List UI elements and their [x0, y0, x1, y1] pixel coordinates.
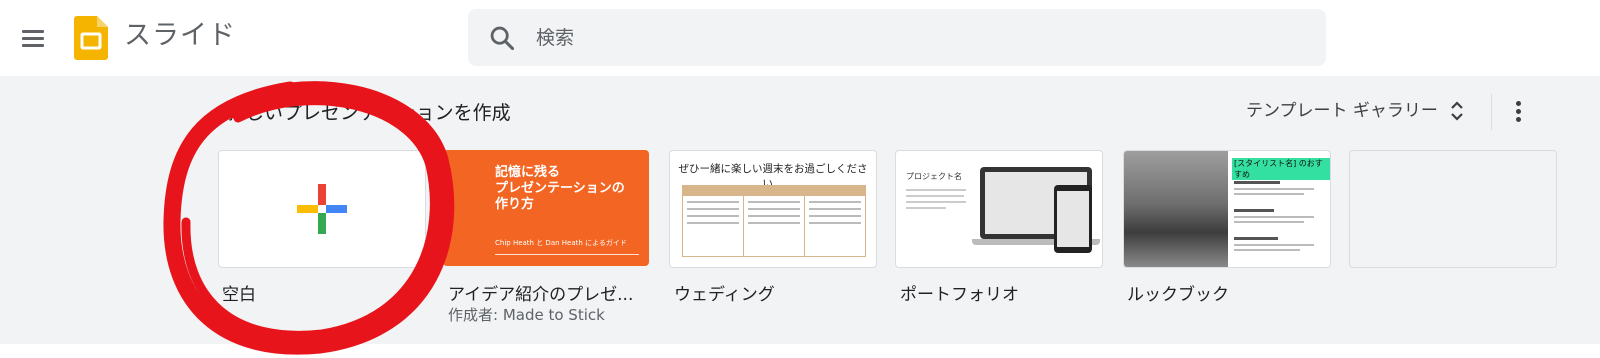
- more-vert-icon-dot: [1516, 109, 1521, 114]
- thumb-text-line: [906, 201, 966, 203]
- thumb-photo: [1124, 151, 1228, 267]
- menu-icon-bar: [22, 30, 44, 33]
- template-lookbook-card[interactable]: [スタイリスト名] のおすすめ: [1123, 150, 1331, 268]
- thumb-column: [804, 185, 866, 257]
- slides-logo-icon[interactable]: [74, 16, 108, 60]
- thumb-text-line: [906, 195, 964, 197]
- thumb-heading-line: [1234, 237, 1278, 240]
- plus-icon: [297, 184, 347, 234]
- thumb-title: 記憶に残る プレゼンテーションの 作り方: [495, 165, 625, 213]
- app-title: スライド: [124, 20, 236, 51]
- thumb-column: [743, 185, 805, 257]
- thumb-text-line: [1234, 249, 1300, 251]
- menu-icon-bar: [22, 37, 44, 40]
- thumb-title-line: 記憶に残る: [495, 165, 561, 180]
- more-options-button[interactable]: [1505, 94, 1531, 130]
- toolbar-divider: [1491, 94, 1492, 130]
- thumb-text-line: [1234, 188, 1314, 190]
- thumb-text-line: [1234, 216, 1314, 218]
- thumb-author: Chip Heath と Dan Heath によるガイド: [495, 239, 627, 247]
- thumb-text-line: [1234, 221, 1304, 223]
- template-label: ウェディング: [674, 285, 775, 305]
- template-label: ルックブック: [1127, 285, 1229, 305]
- thumb-text-line: [906, 189, 966, 191]
- phone-illustration: [1054, 185, 1092, 253]
- new-presentation-strip: 新しいプレゼンテーションを作成 テンプレート ギャラリー 空白 記憶に残る プレゼ…: [0, 76, 1600, 344]
- thumb-title: プロジェクト名: [906, 172, 962, 181]
- more-vert-icon-dot: [1516, 117, 1521, 122]
- template-idea-presentation-card[interactable]: 記憶に残る プレゼンテーションの 作り方 Chip Heath と Dan Heat…: [443, 150, 649, 266]
- thumb-heading-line: [1234, 181, 1280, 184]
- template-label: ポートフォリオ: [900, 285, 1019, 305]
- template-label: アイデア紹介のプレゼ...: [448, 285, 634, 305]
- template-author: 作成者: Made to Stick: [448, 306, 605, 324]
- app-header: スライド: [0, 0, 1600, 76]
- thumb-text-line: [1234, 244, 1314, 246]
- thumb-title-line: 作り方: [495, 197, 535, 212]
- expand-collapse-icon[interactable]: [1449, 98, 1465, 124]
- more-vert-icon-dot: [1516, 101, 1521, 106]
- menu-icon-bar: [22, 44, 44, 47]
- template-blank-card[interactable]: [218, 150, 426, 268]
- template-wedding-card[interactable]: ぜひー緒に楽しい週末をお過ごしください。: [669, 150, 877, 268]
- template-label: 空白: [222, 285, 256, 305]
- template-placeholder-card[interactable]: [1349, 150, 1557, 268]
- thumb-text-line: [1234, 193, 1304, 195]
- thumb-heading-line: [1234, 209, 1274, 212]
- main-menu-button[interactable]: [18, 22, 50, 54]
- thumb-divider: [495, 254, 639, 255]
- section-title: 新しいプレゼンテーションを作成: [226, 102, 511, 124]
- thumb-text-line: [906, 207, 946, 209]
- thumb-title-line: プレゼンテーションの: [495, 181, 625, 196]
- thumb-tag: [スタイリスト名] のおすすめ: [1232, 158, 1330, 180]
- template-gallery-button[interactable]: テンプレート ギャラリー: [1246, 96, 1438, 121]
- search-input[interactable]: [534, 21, 1298, 55]
- thumb-column: [682, 185, 744, 257]
- search-bar[interactable]: [468, 9, 1326, 66]
- search-icon[interactable]: [488, 24, 516, 52]
- template-portfolio-card[interactable]: プロジェクト名: [895, 150, 1103, 268]
